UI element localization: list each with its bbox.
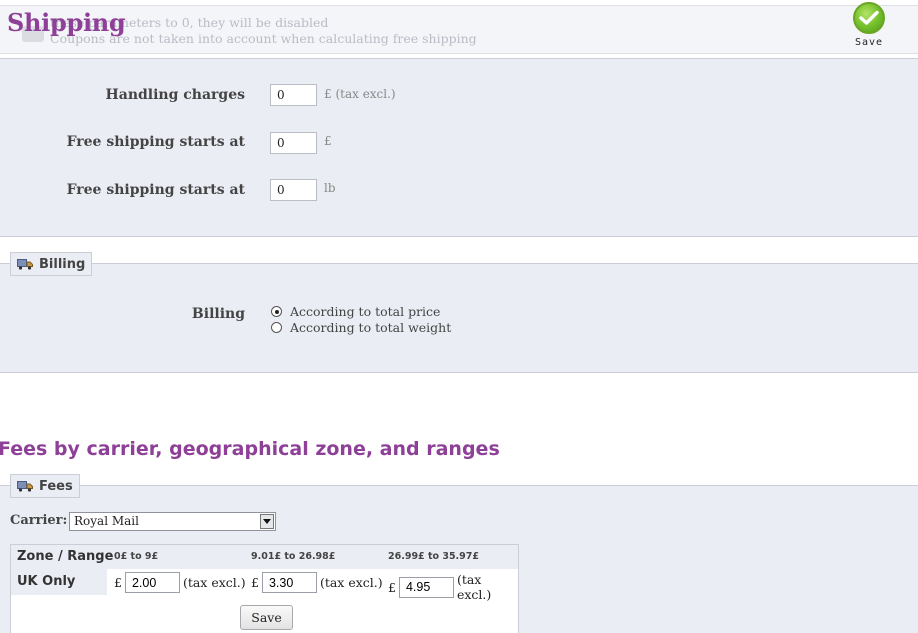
range-header: 26.99£ to 35.97£ bbox=[388, 551, 480, 562]
fees-section-title: Fees by carrier, geographical zone, and … bbox=[0, 438, 500, 460]
page-title: Shipping bbox=[7, 8, 126, 37]
fees-table: Zone / Range 0£ to 9£ 9.01£ to 26.98£ 26… bbox=[10, 544, 519, 633]
table-row: UK Only £ (tax excl.) £ (tax excl.) £ (t… bbox=[11, 569, 518, 602]
fees-legend-label: Fees bbox=[39, 478, 73, 494]
fee-cell: £ (tax excl.) bbox=[114, 572, 246, 593]
currency-symbol: £ bbox=[388, 579, 396, 595]
currency-symbol: £ bbox=[251, 575, 259, 590]
free-shipping-price-unit: £ bbox=[324, 134, 332, 148]
fee-suffix: (tax excl.) bbox=[182, 575, 246, 590]
info-bar: these parameters to 0, they will be disa… bbox=[0, 5, 918, 54]
fee-input[interactable] bbox=[124, 572, 180, 593]
billing-label: Billing bbox=[191, 306, 245, 322]
billing-option-price[interactable]: According to total price bbox=[271, 304, 440, 319]
fee-cell: £ (tax excl.) bbox=[388, 572, 518, 602]
zone-range-header: Zone / Range bbox=[17, 549, 114, 564]
handling-charges-input[interactable] bbox=[270, 84, 317, 106]
billing-legend: Billing bbox=[10, 252, 93, 276]
free-shipping-weight-label: Free shipping starts at bbox=[66, 182, 245, 198]
truck-icon bbox=[17, 480, 33, 492]
free-shipping-weight-unit: lb bbox=[324, 181, 336, 195]
fee-input[interactable] bbox=[261, 572, 317, 593]
billing-legend-label: Billing bbox=[39, 256, 86, 272]
fees-legend: Fees bbox=[10, 474, 80, 498]
truck-icon bbox=[17, 258, 33, 270]
range-header: 9.01£ to 26.98£ bbox=[251, 551, 336, 562]
free-shipping-price-input[interactable] bbox=[270, 132, 317, 154]
free-shipping-weight-input[interactable] bbox=[270, 179, 317, 201]
billing-option-weight[interactable]: According to total weight bbox=[271, 320, 451, 335]
handling-charges-label: Handling charges bbox=[105, 87, 245, 103]
save-toolbar-label: Save bbox=[854, 37, 884, 48]
save-toolbar-button[interactable]: Save bbox=[850, 2, 888, 48]
handling-charges-unit: £ (tax excl.) bbox=[324, 87, 396, 101]
fees-panel: Carrier: Royal Mail Zone / Range 0£ to 9… bbox=[0, 485, 918, 633]
radio-weight[interactable] bbox=[271, 322, 282, 333]
fee-suffix: (tax excl.) bbox=[319, 575, 383, 590]
billing-option-weight-label: According to total weight bbox=[290, 320, 452, 335]
free-shipping-price-label: Free shipping starts at bbox=[66, 134, 245, 150]
carrier-label: Carrier: bbox=[10, 513, 68, 528]
currency-symbol: £ bbox=[114, 575, 122, 590]
check-icon bbox=[853, 2, 885, 34]
fee-input[interactable] bbox=[398, 576, 454, 598]
chevron-down-icon[interactable] bbox=[260, 514, 274, 529]
billing-option-price-label: According to total price bbox=[290, 304, 441, 319]
zone-name: UK Only bbox=[17, 574, 76, 589]
billing-panel: Billing According to total price Accordi… bbox=[0, 263, 918, 373]
fee-suffix: (tax excl.) bbox=[456, 572, 492, 602]
fees-table-header: Zone / Range 0£ to 9£ 9.01£ to 26.98£ 26… bbox=[11, 545, 518, 569]
carrier-select-value: Royal Mail bbox=[74, 514, 139, 528]
range-header: 0£ to 9£ bbox=[114, 551, 159, 562]
carrier-select[interactable]: Royal Mail bbox=[69, 512, 276, 531]
fee-cell: £ (tax excl.) bbox=[251, 572, 383, 593]
general-settings-panel: Handling charges £ (tax excl.) Free ship… bbox=[0, 58, 918, 237]
save-fees-button[interactable]: Save bbox=[240, 605, 293, 630]
radio-price[interactable] bbox=[271, 306, 282, 317]
